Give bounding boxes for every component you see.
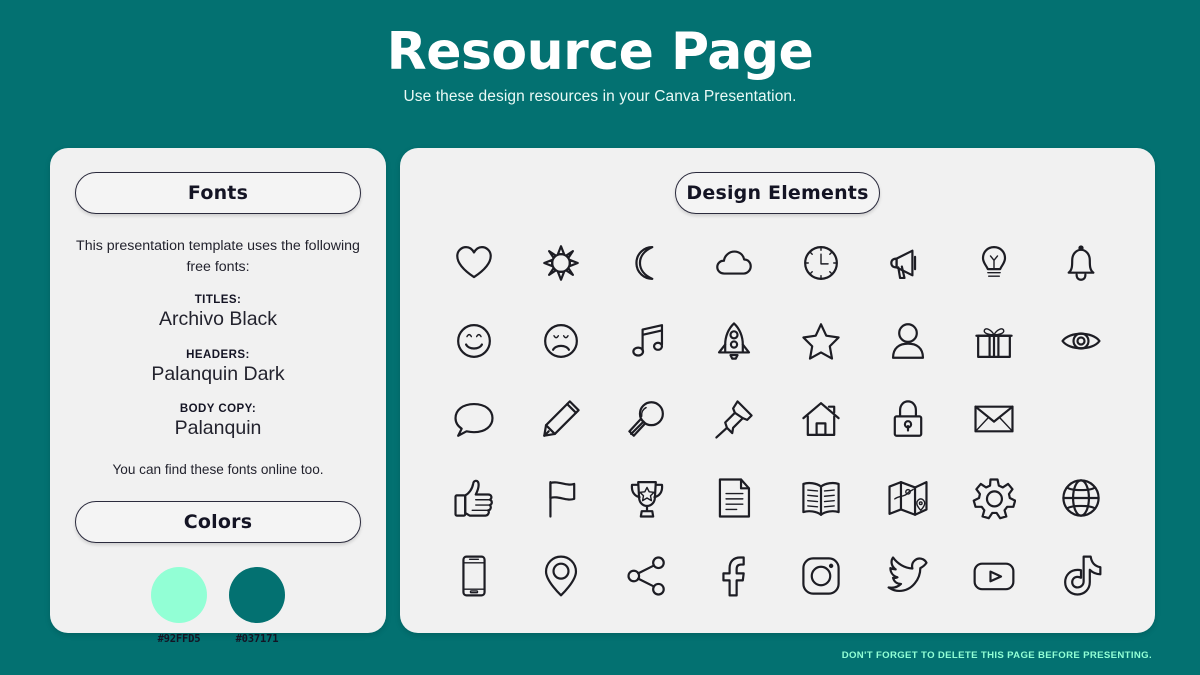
colors-heading-label: Colors [183, 511, 253, 534]
trophy-icon[interactable] [619, 470, 675, 526]
icon-row [446, 548, 1109, 604]
eye-icon[interactable] [1053, 313, 1109, 369]
tiktok-icon[interactable] [1053, 548, 1109, 604]
gear-icon[interactable] [966, 470, 1022, 526]
color-swatch-row: #92FFD5 #037171 [74, 567, 362, 645]
content-area: Fonts This presentation template uses th… [50, 148, 1155, 645]
bell-icon[interactable] [1053, 235, 1109, 291]
colors-heading-pill: Colors [75, 501, 361, 544]
page-header: Resource Page Use these design resources… [0, 0, 1200, 106]
clock-icon[interactable] [793, 235, 849, 291]
font-group-headers: HEADERS: Palanquin Dark [74, 349, 362, 386]
gift-icon[interactable] [966, 313, 1022, 369]
sad-face-icon[interactable] [533, 313, 589, 369]
page-subtitle: Use these design resources in your Canva… [403, 88, 797, 106]
house-icon[interactable] [793, 391, 849, 447]
magnifier-icon[interactable] [619, 391, 675, 447]
font-name-headers: Palanquin Dark [151, 362, 285, 385]
color-swatch-code: #037171 [235, 633, 279, 646]
location-pin-icon[interactable] [533, 548, 589, 604]
rocket-icon[interactable] [706, 313, 762, 369]
color-swatch-dot [229, 567, 285, 624]
share-icon[interactable] [619, 548, 675, 604]
person-icon[interactable] [880, 313, 936, 369]
speech-bubble-icon[interactable] [446, 391, 502, 447]
document-icon[interactable] [706, 470, 762, 526]
globe-icon[interactable] [1053, 470, 1109, 526]
heart-icon[interactable] [446, 235, 502, 291]
phone-icon[interactable] [446, 548, 502, 604]
lock-icon[interactable] [880, 391, 936, 447]
page-title: Resource Page [386, 22, 814, 82]
color-swatch-code: #92FFD5 [157, 633, 201, 646]
moon-icon[interactable] [619, 235, 675, 291]
map-icon[interactable] [880, 470, 936, 526]
font-name-titles: Archivo Black [158, 308, 278, 331]
font-group-body-copy: BODY COPY: Palanquin [74, 403, 362, 440]
sun-icon[interactable] [533, 235, 589, 291]
color-swatch-mint: #92FFD5 [151, 567, 207, 645]
lightbulb-icon[interactable] [966, 235, 1022, 291]
fonts-outro-text: You can find these fonts online too. [112, 462, 324, 478]
font-name-body-copy: Palanquin [174, 416, 262, 439]
music-note-icon[interactable] [619, 313, 675, 369]
flag-icon[interactable] [533, 470, 589, 526]
megaphone-icon[interactable] [880, 235, 936, 291]
star-icon[interactable] [793, 313, 849, 369]
design-elements-panel: Design Elements [400, 148, 1155, 633]
font-group-titles: TITLES: Archivo Black [74, 294, 362, 331]
fonts-heading-label: Fonts [187, 182, 249, 204]
pencil-icon[interactable] [533, 391, 589, 447]
font-label-headers: HEADERS: [186, 348, 250, 361]
icon-row [446, 470, 1109, 526]
pushpin-icon[interactable] [706, 391, 762, 447]
delete-page-reminder: DON'T FORGET TO DELETE THIS PAGE BEFORE … [841, 650, 1152, 661]
instagram-icon[interactable] [793, 548, 849, 604]
facebook-icon[interactable] [706, 548, 762, 604]
design-elements-heading-pill: Design Elements [675, 172, 880, 214]
envelope-icon[interactable] [966, 391, 1022, 447]
font-label-body-copy: BODY COPY: [179, 402, 257, 415]
design-elements-heading-label: Design Elements [686, 182, 869, 204]
twitter-icon[interactable] [880, 548, 936, 604]
icon-row [446, 391, 1109, 447]
fonts-intro-text: This presentation template uses the foll… [76, 238, 360, 275]
smiley-face-icon[interactable] [446, 313, 502, 369]
icon-grid [420, 214, 1135, 621]
thumbs-up-icon[interactable] [446, 470, 502, 526]
youtube-icon[interactable] [966, 548, 1022, 604]
color-swatch-teal: #037171 [229, 567, 285, 645]
icon-row [446, 313, 1109, 369]
font-label-titles: TITLES: [194, 294, 242, 307]
fonts-colors-panel: Fonts This presentation template uses th… [50, 148, 386, 645]
icon-row [446, 235, 1109, 291]
icon-cell-empty [1053, 391, 1109, 447]
color-swatch-dot [151, 567, 207, 624]
fonts-heading-pill: Fonts [75, 172, 361, 214]
book-icon[interactable] [793, 470, 849, 526]
cloud-icon[interactable] [706, 235, 762, 291]
